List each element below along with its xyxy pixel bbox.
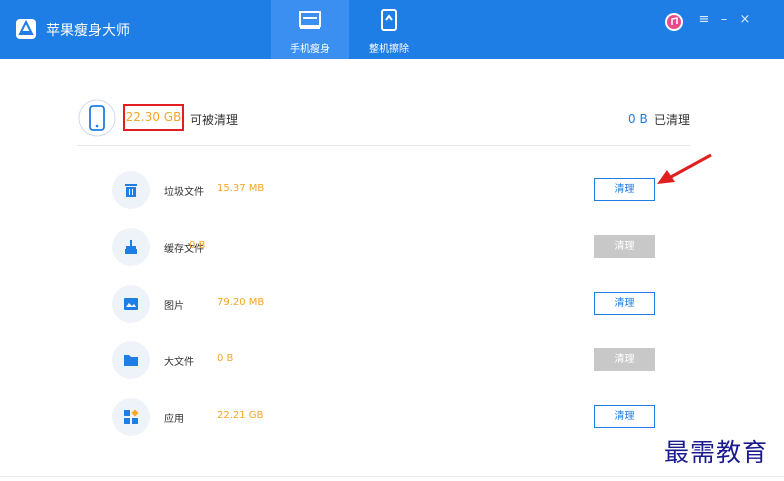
cleanable-size: 22.30 GB — [123, 104, 184, 131]
list-item-apps: 应用 22.21 GB 清理 — [0, 398, 784, 436]
item-size: 22.21 GB — [217, 410, 264, 421]
broom-icon — [298, 8, 322, 32]
tab-full-erase[interactable]: 整机擦除 — [350, 0, 428, 59]
divider — [77, 145, 690, 146]
tab-phone-slimming-label: 手机瘦身 — [290, 44, 330, 55]
image-icon — [112, 285, 150, 323]
trash-icon — [112, 171, 150, 209]
cleanable-label: 可被清理 — [190, 113, 239, 127]
phone-icon — [78, 99, 116, 137]
cleaned-value: 0 B — [628, 112, 648, 126]
clean-cache-button[interactable]: 清理 — [594, 235, 655, 258]
tablet-icon — [377, 8, 401, 32]
item-size: 79.20 MB — [217, 297, 265, 308]
apps-icon — [112, 398, 150, 436]
tab-phone-slimming[interactable]: 手机瘦身 — [271, 0, 349, 59]
tab-full-erase-label: 整机擦除 — [369, 44, 409, 55]
minimize-button[interactable]: – — [717, 12, 731, 27]
list-item-photos: 图片 79.20 MB 清理 — [0, 285, 784, 323]
cleaned-label: 已清理 — [654, 113, 691, 127]
annotation-arrow-icon — [657, 153, 712, 184]
item-size: 0 B — [189, 240, 206, 251]
list-item-cache-files: 缓存文件 0 B 清理 — [0, 228, 784, 266]
title-bar: 苹果瘦身大师 手机瘦身 整机擦除 ≡ – × — [0, 0, 784, 59]
item-size: 15.37 MB — [217, 183, 265, 194]
folder-icon — [112, 341, 150, 379]
clean-large-files-button[interactable]: 清理 — [594, 348, 655, 371]
item-name: 应用 — [164, 414, 184, 425]
item-name: 大文件 — [164, 357, 194, 368]
itunes-icon[interactable] — [665, 13, 683, 31]
brush-icon — [112, 228, 150, 266]
item-name: 图片 — [164, 301, 184, 312]
close-button[interactable]: × — [738, 12, 752, 27]
item-size: 0 B — [217, 353, 234, 364]
clean-photos-button[interactable]: 清理 — [594, 292, 655, 315]
app-logo-icon — [16, 19, 36, 39]
clean-apps-button[interactable]: 清理 — [594, 405, 655, 428]
clean-junk-button[interactable]: 清理 — [594, 178, 655, 201]
bottom-divider — [0, 476, 784, 477]
list-item-large-files: 大文件 0 B 清理 — [0, 341, 784, 379]
watermark: 最需教育 — [664, 438, 769, 467]
menu-button[interactable]: ≡ — [697, 12, 711, 27]
app-title: 苹果瘦身大师 — [46, 23, 130, 39]
item-name: 垃圾文件 — [164, 187, 204, 198]
